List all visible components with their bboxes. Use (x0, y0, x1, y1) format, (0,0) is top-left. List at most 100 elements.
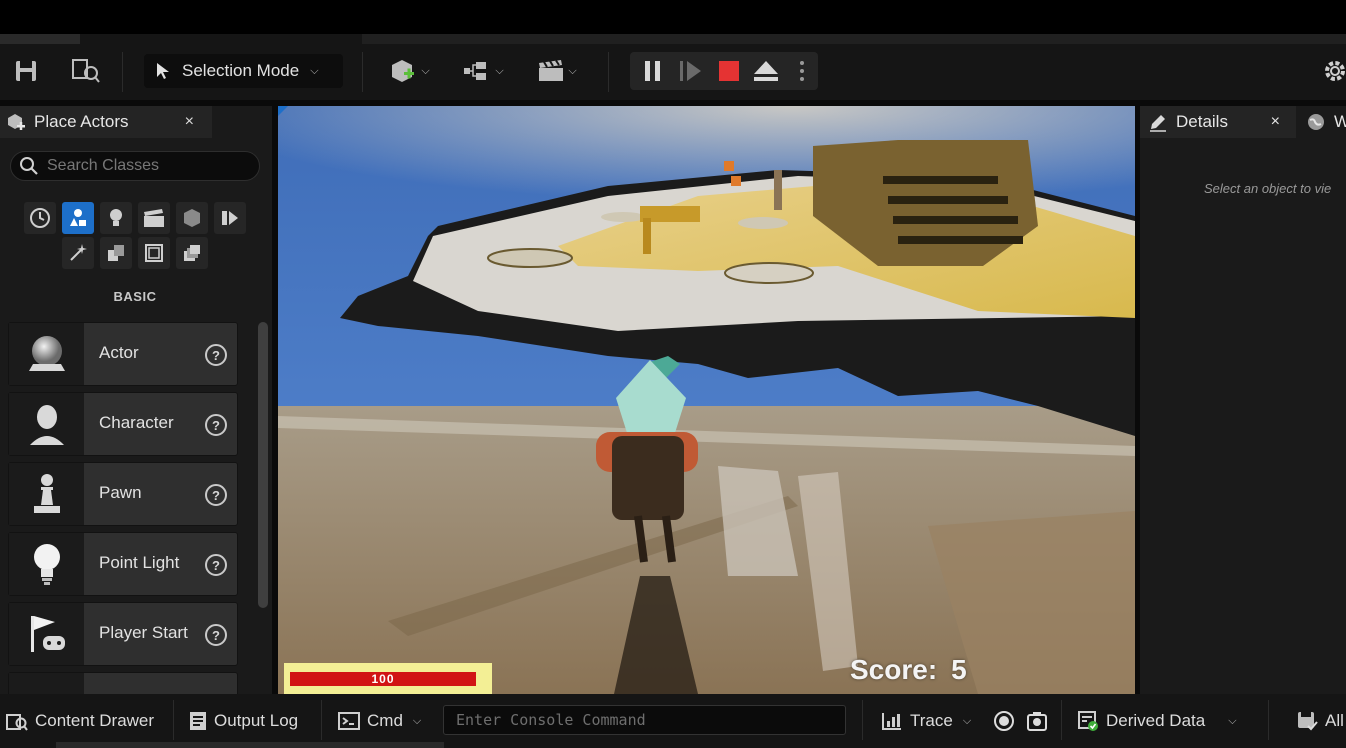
lights-bulb-icon[interactable] (100, 202, 132, 234)
cinematics-button[interactable]: ⌵ (532, 56, 582, 86)
stop-icon[interactable] (716, 58, 742, 84)
cinematic-icon[interactable] (138, 202, 170, 234)
browse-icon[interactable] (70, 57, 102, 85)
geometry-icon[interactable] (214, 202, 246, 234)
health-bar: 100 (284, 663, 492, 694)
stacked-cards-icon[interactable] (176, 237, 208, 269)
status-separator (1268, 700, 1269, 740)
details-tab[interactable]: Details × (1140, 106, 1296, 138)
output-log-button[interactable]: Output Log (189, 708, 298, 734)
status-bar: Content Drawer Output Log Cmd ⌵ Enter Co… (0, 694, 1346, 748)
toolbar-separator (122, 52, 123, 92)
list-item-character[interactable]: Character ? (8, 392, 238, 456)
derived-data-label: Derived Data (1106, 711, 1206, 730)
help-icon[interactable]: ? (205, 624, 227, 646)
blueprint-icon (464, 62, 487, 80)
snapshot-button[interactable] (1026, 708, 1048, 734)
trace-label: Trace (910, 711, 953, 730)
trace-dropdown[interactable]: Trace ⌵ (881, 708, 971, 734)
recent-clock-icon[interactable] (24, 202, 56, 234)
content-drawer-button[interactable]: Content Drawer (6, 708, 154, 734)
close-icon[interactable]: × (185, 113, 194, 131)
output-log-icon (190, 712, 206, 730)
status-bar-strip (56, 742, 444, 748)
frame-skip-icon[interactable] (678, 58, 704, 84)
clapperboard-icon (539, 59, 564, 81)
score-value: 5 (951, 654, 967, 685)
shapes-frame-icon[interactable] (138, 237, 170, 269)
place-actors-title: Place Actors (34, 112, 129, 131)
place-actors-panel: Place Actors × Search Classes BASIC Acto… (0, 106, 272, 694)
list-item-point-light[interactable]: Point Light ? (8, 532, 238, 596)
help-icon[interactable]: ? (205, 414, 227, 436)
item-label: Pawn (99, 483, 142, 502)
level-tab[interactable] (0, 34, 80, 44)
title-bar (0, 0, 1346, 34)
selection-mode-dropdown[interactable]: Selection Mode ⌵ (144, 54, 343, 88)
list-item-player-start[interactable]: Player Start ? (8, 602, 238, 666)
chevron-down-icon: ⌵ (1228, 714, 1237, 727)
pawn-icon (9, 463, 84, 525)
item-label: Player Start (99, 623, 188, 642)
empty-selection-hint: Select an object to vie (1204, 181, 1332, 196)
eject-icon[interactable] (752, 58, 780, 84)
scrollbar-thumb[interactable] (258, 322, 268, 608)
record-trace-button[interactable] (993, 708, 1015, 734)
add-cube-icon (392, 60, 415, 82)
search-classes-input[interactable]: Search Classes (10, 151, 260, 181)
level-tab-strip (0, 34, 1346, 44)
add-actor-button[interactable]: ⌵ (384, 56, 434, 86)
status-separator (1061, 700, 1062, 740)
derived-data-dropdown[interactable]: Derived Data ⌵ (1077, 708, 1237, 734)
status-separator (173, 700, 174, 740)
category-row (24, 202, 246, 234)
toolbar-separator (362, 52, 363, 92)
item-label: Character (99, 413, 174, 432)
close-icon[interactable]: × (1271, 113, 1280, 131)
pause-icon[interactable] (640, 58, 666, 84)
list-item-actor[interactable]: Actor ? (8, 322, 238, 386)
level-viewport[interactable]: 100 Score: 5 (278, 106, 1135, 694)
volumes-sparkle-icon[interactable] (62, 237, 94, 269)
status-separator (321, 700, 322, 740)
character-icon (9, 393, 84, 455)
chevron-down-icon: ⌵ (962, 714, 972, 727)
chevron-down-icon: ⌵ (568, 64, 577, 77)
chevron-down-icon: ⌵ (495, 64, 504, 77)
all-classes-icon[interactable] (100, 237, 132, 269)
toolbar-separator (608, 52, 609, 92)
chevron-down-icon: ⌵ (421, 64, 430, 77)
camera-icon (1027, 712, 1047, 731)
list-item[interactable] (8, 672, 238, 694)
console-command-input[interactable]: Enter Console Command (443, 705, 846, 735)
score-label: Score: (850, 654, 938, 685)
basic-shapes-icon[interactable] (62, 202, 94, 234)
terminal-icon (338, 712, 360, 730)
blueprint-button[interactable]: ⌵ (458, 56, 508, 86)
settings-gear-icon[interactable] (1320, 56, 1346, 86)
list-item-pawn[interactable]: Pawn ? (8, 462, 238, 526)
actor-class-list: Actor ? Character ? Pawn ? Point Light ? (8, 322, 238, 694)
details-title: Details (1176, 112, 1228, 131)
help-icon[interactable]: ? (205, 554, 227, 576)
visual-effects-cube-icon[interactable] (176, 202, 208, 234)
cursor-icon (157, 63, 169, 79)
content-drawer-icon (6, 714, 28, 731)
save-icon[interactable] (12, 57, 40, 85)
health-bar-fill: 100 (290, 672, 476, 686)
status-separator (862, 700, 863, 740)
world-settings-tab[interactable]: W (1300, 106, 1346, 138)
globe-icon (1308, 114, 1324, 130)
world-tab-label: W (1334, 112, 1346, 131)
cmd-label: Cmd (367, 711, 403, 730)
selection-mode-label: Selection Mode (182, 61, 300, 80)
save-all-button[interactable]: All (1296, 708, 1344, 734)
help-icon[interactable]: ? (205, 344, 227, 366)
item-label: Actor (99, 343, 139, 362)
play-controls (630, 52, 818, 90)
place-actors-tab[interactable]: Place Actors × (0, 106, 212, 138)
cmd-dropdown[interactable]: Cmd ⌵ (338, 708, 421, 734)
sphere-icon (9, 323, 84, 385)
play-options-icon[interactable] (794, 58, 810, 84)
help-icon[interactable]: ? (205, 484, 227, 506)
